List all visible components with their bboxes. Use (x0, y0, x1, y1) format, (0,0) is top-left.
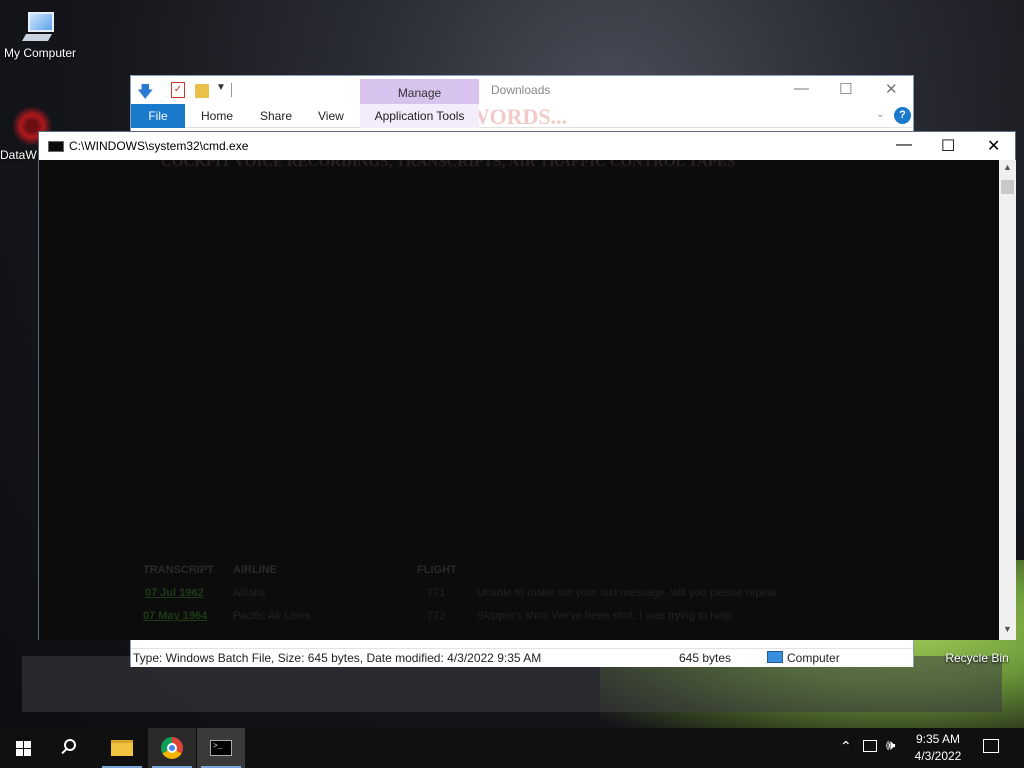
explorer-title-bar[interactable]: 🡇 ✓ ▼ Manage Downloads — ☐ ✕ (131, 76, 913, 104)
table-row: 07 Jul 1962 Alitalia 771 Unable to make … (143, 587, 983, 610)
tab-share[interactable]: Share (246, 104, 306, 128)
ribbon-tabs: ...WORDS... File Home Share View Applica… (131, 104, 913, 129)
maximize-icon[interactable]: ☐ (839, 80, 852, 98)
taskbar-clock[interactable]: 9:35 AM 4/3/2022 (906, 731, 970, 765)
scroll-down-arrow-icon[interactable]: ▼ (1003, 624, 1012, 634)
file-explorer-icon (111, 740, 133, 756)
airline-cell: Pacific Air Lines (233, 610, 311, 622)
network-icon[interactable] (863, 740, 877, 752)
close-icon[interactable]: ✕ (987, 136, 1000, 156)
status-file-details: Type: Windows Batch File, Size: 645 byte… (133, 651, 542, 665)
quote-cell: Skipper's shot! We've been shot. I was t… (477, 610, 735, 622)
taskbar-file-explorer[interactable] (98, 728, 146, 768)
tab-file[interactable]: File (131, 104, 185, 128)
taskbar-cmd[interactable]: >_ (197, 728, 245, 768)
properties-icon[interactable]: ✓ (171, 82, 185, 98)
explorer-status-bar: Type: Windows Batch File, Size: 645 byte… (131, 648, 913, 667)
cmd-icon: >_ (210, 740, 232, 756)
computer-icon (21, 12, 58, 42)
flight-cell: 771 (427, 587, 446, 599)
column-header-flight: FLIGHT (417, 564, 457, 576)
desktop-icon-my-computer[interactable]: My Computer (0, 8, 80, 60)
desktop-icon-label: My Computer (3, 46, 77, 60)
cmd-title: C:\WINDOWS\system32\cmd.exe (69, 139, 249, 153)
transcript-link[interactable]: 07 May 1964 (143, 610, 207, 622)
maximize-icon[interactable]: ☐ (941, 136, 955, 156)
chrome-icon (161, 737, 183, 759)
status-location: Computer (787, 651, 840, 665)
volume-icon[interactable]: 🕪 (886, 737, 895, 754)
tab-home[interactable]: Home (187, 104, 247, 128)
column-header-transcript: TRANSCRIPT (143, 564, 214, 576)
toolbar-divider (231, 83, 232, 97)
flight-cell: 773 (427, 610, 446, 622)
table-row: 07 May 1964 Pacific Air Lines 773 Skippe… (143, 610, 983, 633)
start-button[interactable] (0, 728, 48, 768)
minimize-icon[interactable]: — (896, 136, 912, 154)
computer-icon (767, 651, 783, 663)
cmd-title-bar[interactable]: C:\WINDOWS\system32\cmd.exe — ☐ ✕ (39, 132, 1015, 160)
background-page-banner: COCKPIT VOICE RECORDINGS, TRANSCRIPTS, A… (161, 160, 736, 170)
new-folder-icon[interactable] (195, 84, 209, 98)
status-file-size: 645 bytes (679, 651, 732, 665)
tab-view[interactable]: View (304, 104, 358, 128)
table-header-row: TRANSCRIPT AIRLINE FLIGHT (143, 564, 983, 587)
airline-cell: Alitalia (233, 587, 266, 599)
search-button[interactable] (48, 728, 96, 768)
transcript-link[interactable]: 07 Jul 1962 (145, 587, 204, 599)
scrollbar-thumb[interactable] (1001, 180, 1014, 194)
close-icon[interactable]: ✕ (885, 80, 898, 98)
clock-time: 9:35 AM (915, 732, 961, 746)
quote-cell: Unable to make out your last message, wi… (477, 587, 780, 599)
taskbar: >_ ⌃ 🕪 9:35 AM 4/3/2022 (0, 728, 1024, 768)
cmd-scrollbar[interactable]: ▲ ▼ (999, 160, 1016, 640)
column-header-airline: AIRLINE (233, 564, 277, 576)
expand-ribbon-chevron-icon[interactable]: ⌄ (876, 109, 884, 120)
clock-date: 4/3/2022 (914, 749, 962, 763)
scroll-up-arrow-icon[interactable]: ▲ (1003, 162, 1012, 172)
notifications-icon[interactable] (983, 739, 999, 753)
windows-logo-icon (16, 741, 31, 756)
search-icon (64, 739, 76, 751)
show-hidden-icons-chevron-icon[interactable]: ⌃ (840, 738, 852, 755)
customize-quick-access-icon[interactable]: ▼ (216, 82, 226, 93)
help-icon[interactable]: ? (894, 107, 911, 124)
desktop-icon-label: Recycle Bin (945, 651, 1009, 665)
taskbar-chrome[interactable] (148, 728, 196, 768)
background-page-table: TRANSCRIPT AIRLINE FLIGHT 07 Jul 1962 Al… (143, 564, 983, 633)
window-title: Downloads (491, 83, 551, 97)
tab-application-tools[interactable]: Application Tools (360, 104, 479, 128)
contextual-tab-manage[interactable]: Manage (360, 79, 479, 104)
cmd-console-area[interactable]: COCKPIT VOICE RECORDINGS, TRANSCRIPTS, A… (39, 160, 999, 640)
cmd-window-icon (48, 141, 64, 152)
cmd-window[interactable]: C:\WINDOWS\system32\cmd.exe — ☐ ✕ COCKPI… (38, 131, 1016, 640)
minimize-icon[interactable]: — (794, 80, 809, 97)
desktop-icon-recycle-bin[interactable]: Recycle Bin (940, 651, 1014, 665)
